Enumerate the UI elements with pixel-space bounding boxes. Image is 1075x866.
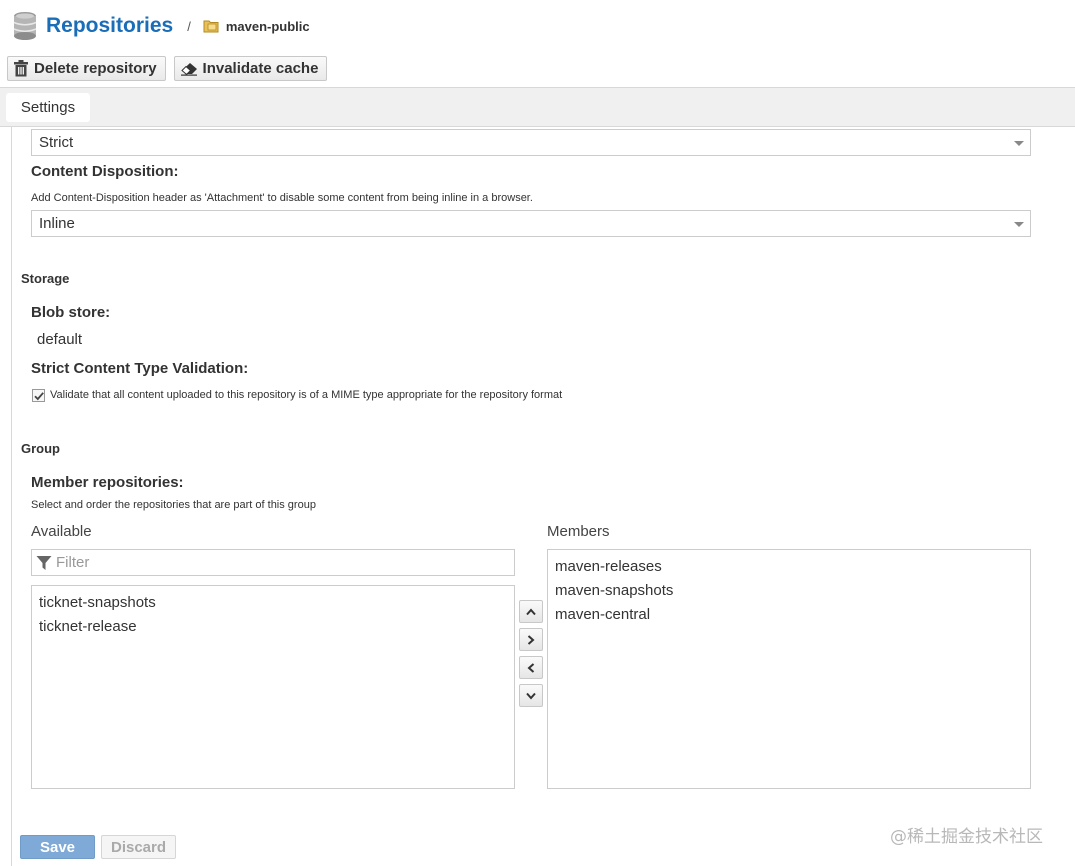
database-icon <box>13 12 37 40</box>
tab-bar: Settings <box>0 87 1075 127</box>
content-disposition-select[interactable]: Inline <box>31 210 1031 237</box>
breadcrumb-current-repo: maven-public <box>225 18 310 34</box>
list-item[interactable]: ticknet-release <box>32 614 514 638</box>
strict-validation-text: Validate that all content uploaded to th… <box>50 389 563 401</box>
move-down-button[interactable] <box>519 684 543 707</box>
content-disposition-value: Inline <box>39 215 75 232</box>
invalidate-cache-label: Invalidate cache <box>202 60 319 77</box>
delete-repository-label: Delete repository <box>34 60 157 77</box>
list-item[interactable]: maven-central <box>548 602 1030 626</box>
trash-icon <box>14 60 28 77</box>
list-item[interactable]: maven-releases <box>548 554 1030 578</box>
watermark-text: @稀土掘金技术社区 <box>890 827 1043 847</box>
chevron-down-icon <box>1014 141 1024 146</box>
chevron-up-icon <box>526 607 536 615</box>
available-heading: Available <box>31 523 92 540</box>
blob-store-value: default <box>37 331 83 348</box>
chevron-down-icon <box>1014 222 1024 227</box>
chevron-right-icon <box>527 634 535 645</box>
tab-settings[interactable]: Settings <box>6 93 90 122</box>
breadcrumb-separator: / <box>187 18 191 34</box>
list-item[interactable]: ticknet-snapshots <box>32 590 514 614</box>
eraser-icon <box>180 62 197 76</box>
members-heading: Members <box>547 523 610 540</box>
list-item[interactable]: maven-snapshots <box>548 578 1030 602</box>
chevron-left-icon <box>527 662 535 673</box>
page-header: Repositories / maven-public <box>0 0 1075 52</box>
member-repositories-help: Select and order the repositories that a… <box>31 499 316 511</box>
filter-field[interactable] <box>31 549 515 576</box>
save-button[interactable]: Save <box>20 835 95 859</box>
member-repositories-label: Member repositories: <box>31 474 184 491</box>
delete-repository-button[interactable]: Delete repository <box>7 56 166 81</box>
folder-icon <box>203 20 219 33</box>
strict-validation-checkbox[interactable] <box>32 389 45 402</box>
chevron-down-icon <box>526 692 536 700</box>
move-up-button[interactable] <box>519 600 543 623</box>
strict-validation-label: Strict Content Type Validation: <box>31 360 249 377</box>
strict-select[interactable]: Strict <box>31 129 1031 156</box>
discard-button[interactable]: Discard <box>101 835 176 859</box>
storage-section-title: Storage <box>21 271 70 286</box>
move-right-button[interactable] <box>519 628 543 651</box>
content-disposition-help: Add Content-Disposition header as 'Attac… <box>31 192 533 204</box>
checkmark-icon <box>34 392 44 401</box>
group-section-title: Group <box>21 441 60 456</box>
strict-select-value: Strict <box>39 134 74 151</box>
page-title[interactable]: Repositories <box>46 14 173 38</box>
blob-store-label: Blob store: <box>31 304 111 321</box>
move-left-button[interactable] <box>519 656 543 679</box>
available-list[interactable]: ticknet-snapshots ticknet-release <box>31 585 515 789</box>
content-disposition-label: Content Disposition: <box>31 163 179 180</box>
invalidate-cache-button[interactable]: Invalidate cache <box>173 56 328 81</box>
funnel-icon <box>36 555 52 570</box>
filter-input[interactable] <box>56 554 496 571</box>
toolbar: Delete repository Invalidate cache <box>0 56 1075 86</box>
members-list[interactable]: maven-releases maven-snapshots maven-cen… <box>547 549 1031 789</box>
